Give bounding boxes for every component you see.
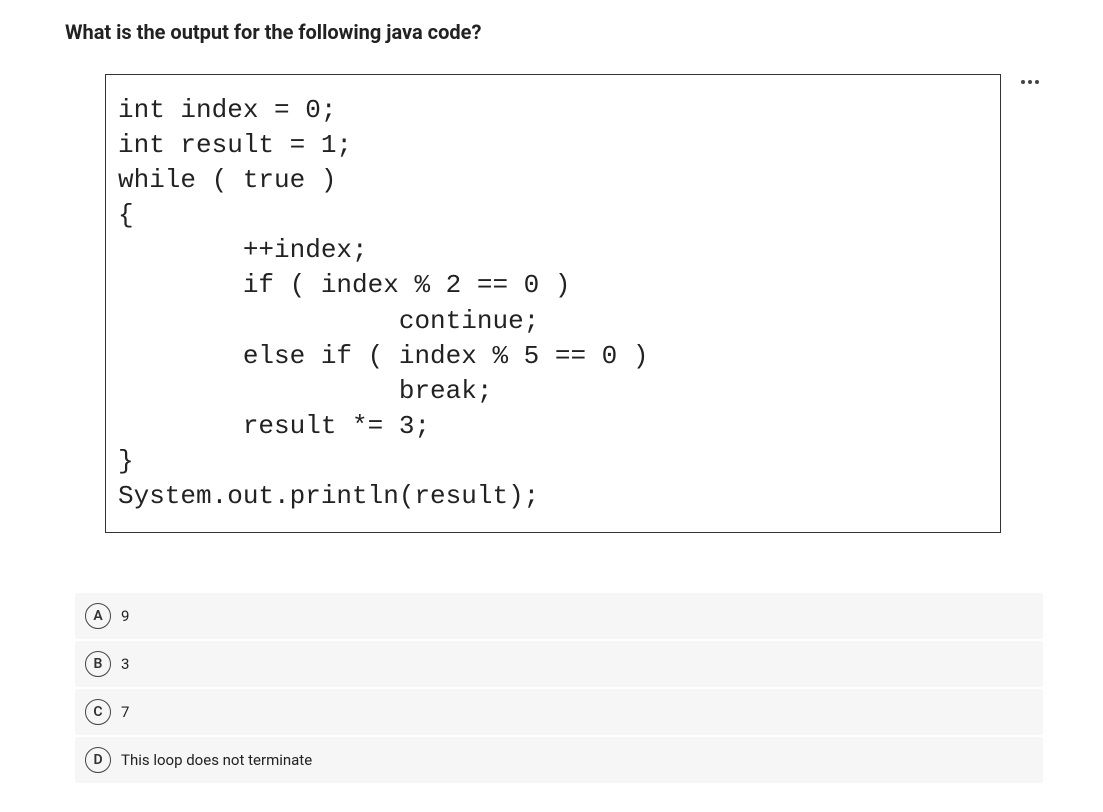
option-d[interactable]: D This loop does not terminate [75,737,1043,783]
option-letter: D [85,747,111,773]
option-b[interactable]: B 3 [75,641,1043,687]
option-c[interactable]: C 7 [75,689,1043,735]
code-block-wrapper: int index = 0; int result = 1; while ( t… [105,74,1043,533]
options-list: A 9 B 3 C 7 D This loop does not termina… [75,593,1043,783]
more-icon[interactable] [1017,72,1043,92]
option-text: 7 [121,703,129,721]
option-text: This loop does not terminate [121,751,312,769]
option-text: 3 [121,655,129,673]
ellipsis-icon [1021,80,1039,84]
option-a[interactable]: A 9 [75,593,1043,639]
option-letter: B [85,651,111,677]
option-letter: A [85,603,111,629]
code-block: int index = 0; int result = 1; while ( t… [105,74,1001,533]
question-title: What is the output for the following jav… [65,20,1043,44]
question-container: What is the output for the following jav… [0,20,1103,783]
option-text: 9 [121,607,129,625]
option-letter: C [85,699,111,725]
